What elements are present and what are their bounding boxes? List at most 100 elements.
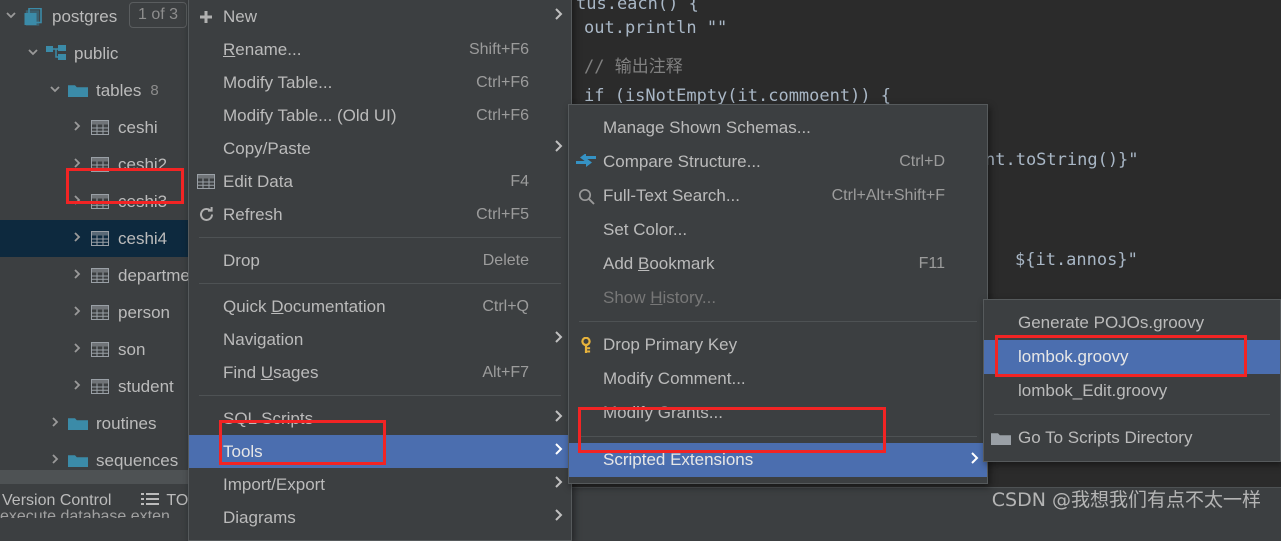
table-icon [91, 342, 109, 357]
tree-item-ceshi2[interactable]: ceshi2 [0, 146, 188, 183]
tree-item-ceshi3[interactable]: ceshi3 [0, 183, 188, 220]
scripted-extensions-submenu[interactable]: Generate POJOs.groovy lombok.groovy lombok… [983, 299, 1281, 462]
tree-item-student[interactable]: student [0, 368, 188, 405]
menu-item-modify-comment[interactable]: Modify Comment... [569, 362, 987, 396]
chevron-right-icon[interactable] [44, 415, 66, 433]
chevron-right-icon[interactable] [44, 452, 66, 470]
menu-item-modify-table-old-ui[interactable]: Modify Table... (Old UI) Ctrl+F6 [189, 99, 571, 132]
menu-item-label: New [223, 6, 258, 26]
menu-item-label: Go To Scripts Directory [1018, 428, 1193, 447]
menu-item-shortcut: Ctrl+F5 [476, 205, 529, 223]
menu-item-lombok-edit-groovy[interactable]: lombok_Edit.groovy [984, 374, 1280, 408]
menu-item-scripted-extensions[interactable]: Scripted Extensions [569, 443, 987, 477]
chevron-right-icon[interactable] [66, 267, 88, 285]
menu-item-modify-table[interactable]: Modify Table... Ctrl+F6 [189, 66, 571, 99]
tree-item-tables[interactable]: tables 8 [0, 72, 188, 109]
menu-item-label: Drop Primary Key [603, 335, 738, 354]
menu-item-full-text-search[interactable]: Full-Text Search... Ctrl+Alt+Shift+F [569, 179, 987, 213]
folder-icon [991, 431, 1011, 446]
chevron-down-icon[interactable] [0, 8, 22, 26]
menu-item-refresh[interactable]: Refresh Ctrl+F5 [189, 198, 571, 231]
menu-item-sql-scripts[interactable]: SQL Scripts [189, 402, 571, 435]
menu-item-quick-documentation[interactable]: Quick Documentation Ctrl+Q [189, 290, 571, 323]
folder-blue-icon [68, 453, 88, 468]
menu-item-new[interactable]: New [189, 0, 571, 33]
tree-item-department[interactable]: department [0, 257, 188, 294]
menu-item-label: Drop [223, 250, 260, 270]
code-line: ${it.annos}" [1015, 250, 1138, 270]
plus-icon [198, 9, 214, 25]
tree-item-icon [88, 157, 112, 172]
menu-item-label: Modify Table... (Old UI) [223, 105, 397, 125]
tree-item-icon [88, 379, 112, 394]
tree-item-sequences[interactable]: sequences [0, 442, 188, 470]
menu-item-set-color[interactable]: Set Color... [569, 213, 987, 247]
menu-item-navigation[interactable]: Navigation [189, 323, 571, 356]
menu-item-find-usages[interactable]: Find Usages Alt+F7 [189, 356, 571, 389]
menu-item-lombok-groovy[interactable]: lombok.groovy [984, 340, 1280, 374]
menu-item-add-bookmark[interactable]: Add Bookmark F11 [569, 247, 987, 281]
tree-item-icon [88, 342, 112, 357]
folder-blue-icon [68, 83, 88, 98]
menu-item-label: Manage Shown Schemas... [603, 118, 811, 137]
database-explorer-tree[interactable]: postgres public tables 8 ceshi ceshi2 ceshi3 ce… [0, 0, 188, 470]
tree-item-public[interactable]: public [0, 35, 188, 72]
chevron-right-icon[interactable] [66, 378, 88, 396]
menu-item-compare-structure[interactable]: Compare Structure... Ctrl+D [569, 145, 987, 179]
table-icon [91, 194, 109, 209]
tree-item-label: son [118, 339, 146, 359]
table-icon [91, 120, 109, 135]
menu-item-rename[interactable]: Rename... Shift+F6 [189, 33, 571, 66]
tree-item-ceshi[interactable]: ceshi [0, 109, 188, 146]
menu-item-label: Modify Table... [223, 72, 333, 92]
menu-item-tools[interactable]: Tools [189, 435, 571, 468]
pager-chip[interactable]: 1 of 3 [129, 2, 187, 28]
tree-item-icon [66, 453, 90, 468]
tree-item-icon [88, 194, 112, 209]
menu-item-label: Navigation [223, 329, 304, 349]
chevron-right-icon[interactable] [66, 230, 88, 248]
table-context-menu[interactable]: New Rename... Shift+F6 Modify Table... Ctrl+… [188, 0, 572, 541]
menu-item-show-history[interactable]: Show History... [569, 281, 987, 315]
menu-item-label: Copy/Paste [223, 138, 311, 158]
compare-icon [576, 154, 596, 170]
tree-item-ceshi4[interactable]: ceshi4 [0, 220, 188, 257]
menu-item-label: SQL Scripts [223, 408, 314, 428]
menu-item-drop-primary-key[interactable]: Drop Primary Key [569, 328, 987, 362]
code-line: out.println "" [584, 18, 728, 38]
menu-item-shortcut: Shift+F6 [468, 40, 529, 58]
menu-item-manage-shown-schemas[interactable]: Manage Shown Schemas... [569, 111, 987, 145]
chevron-right-icon[interactable] [66, 304, 88, 322]
menu-item-drop[interactable]: Drop Delete [189, 244, 571, 277]
menu-separator [994, 414, 1270, 415]
tree-item-routines[interactable]: routines [0, 405, 188, 442]
tree-item-son[interactable]: son [0, 331, 188, 368]
menu-item-icon [189, 206, 223, 223]
tree-item-label: student [118, 376, 174, 396]
menu-item-go-to-scripts-directory[interactable]: Go To Scripts Directory [984, 421, 1280, 455]
chevron-right-icon[interactable] [66, 193, 88, 211]
chevron-down-icon[interactable] [22, 45, 44, 63]
menu-item-import-export[interactable]: Import/Export [189, 468, 571, 501]
watermark: CSDN @我想我们有点不太一样 [991, 489, 1261, 511]
menu-item-edit-data[interactable]: Edit Data F4 [189, 165, 571, 198]
chevron-right-icon[interactable] [66, 119, 88, 137]
menu-item-icon [569, 188, 603, 205]
menu-item-icon [189, 174, 223, 189]
menu-item-shortcut: Ctrl+F6 [476, 106, 529, 124]
menu-item-label: Modify Grants... [603, 403, 723, 422]
menu-item-label: Quick Documentation [223, 296, 386, 316]
chevron-down-icon[interactable] [44, 82, 66, 100]
menu-item-label: lombok.groovy [1018, 347, 1129, 366]
chevron-right-icon[interactable] [66, 156, 88, 174]
tree-item-label: person [118, 302, 170, 322]
menu-item-modify-grants[interactable]: Modify Grants... [569, 396, 987, 430]
menu-separator [579, 321, 977, 322]
menu-item-copy-paste[interactable]: Copy/Paste [189, 132, 571, 165]
tree-item-label: ceshi [118, 117, 158, 137]
chevron-right-icon[interactable] [66, 341, 88, 359]
menu-item-generate-pojos-groovy[interactable]: Generate POJOs.groovy [984, 306, 1280, 340]
menu-item-shortcut: Ctrl+Q [482, 297, 529, 315]
tools-submenu[interactable]: Manage Shown Schemas... Compare Structure… [568, 104, 988, 484]
tree-item-person[interactable]: person [0, 294, 188, 331]
